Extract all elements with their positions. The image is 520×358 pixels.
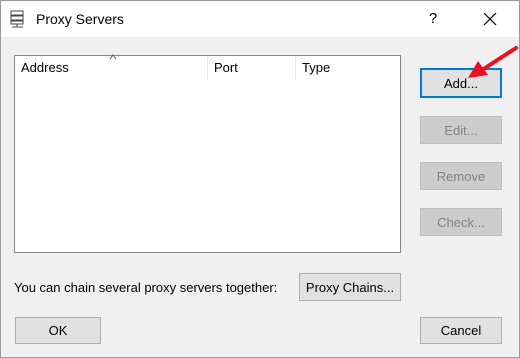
close-icon bbox=[483, 12, 497, 26]
sort-ascending-icon bbox=[109, 54, 117, 60]
close-button[interactable] bbox=[467, 1, 513, 37]
proxy-list[interactable]: Address Port Type bbox=[14, 54, 401, 253]
proxy-servers-dialog: Proxy Servers ? Address Port Type Add...… bbox=[0, 0, 520, 358]
check-button[interactable]: Check... bbox=[420, 208, 502, 236]
column-label: Type bbox=[302, 60, 331, 75]
title-bar[interactable]: Proxy Servers ? bbox=[1, 1, 519, 37]
remove-button[interactable]: Remove bbox=[420, 162, 502, 190]
column-header-type[interactable]: Type bbox=[296, 56, 400, 80]
ok-button[interactable]: OK bbox=[15, 317, 101, 344]
column-label: Address bbox=[21, 60, 69, 75]
red-arrow-icon bbox=[468, 46, 518, 78]
list-header: Address Port Type bbox=[15, 54, 400, 80]
cancel-button[interactable]: Cancel bbox=[420, 317, 502, 344]
edit-button[interactable]: Edit... bbox=[420, 116, 502, 144]
proxy-chains-button[interactable]: Proxy Chains... bbox=[299, 273, 401, 301]
server-icon bbox=[10, 10, 24, 28]
help-button[interactable]: ? bbox=[413, 1, 453, 37]
column-header-port[interactable]: Port bbox=[208, 56, 296, 80]
window-title: Proxy Servers bbox=[36, 11, 124, 27]
column-label: Port bbox=[214, 60, 238, 75]
chain-description: You can chain several proxy servers toge… bbox=[14, 280, 278, 295]
column-header-address[interactable]: Address bbox=[15, 54, 208, 80]
